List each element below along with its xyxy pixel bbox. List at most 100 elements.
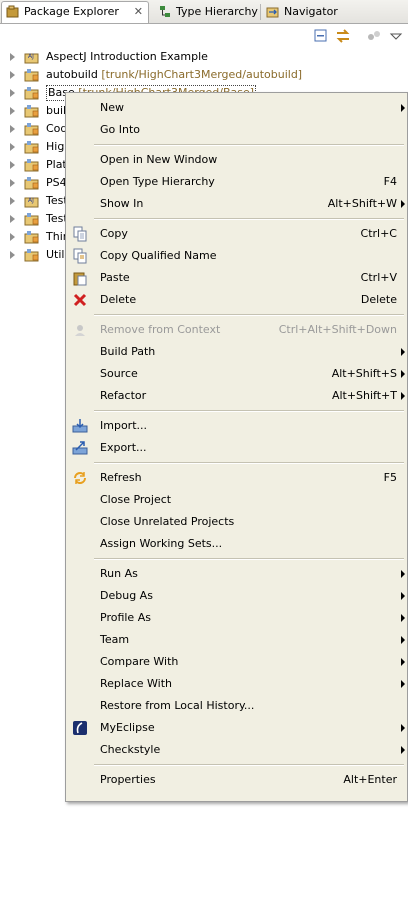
menu-item-compare-with[interactable]: Compare With (66, 651, 408, 673)
link-with-editor-icon[interactable] (335, 28, 351, 44)
menu-item-delete[interactable]: Delete Delete (66, 289, 408, 311)
menu-item-source[interactable]: Source Alt+Shift+S (66, 363, 408, 385)
tree-item-label: PS4 (46, 174, 67, 192)
submenu-arrow-icon (401, 104, 405, 112)
expand-icon[interactable] (10, 89, 15, 97)
tree-item-label: Plat (46, 156, 67, 174)
menu-item-close-project[interactable]: Close Project (66, 489, 408, 511)
menu-item-replace-with[interactable]: Replace With (66, 673, 408, 695)
tree-item[interactable]: autobuild [trunk/HighChart3Merged/autobu… (0, 66, 408, 84)
menu-item-export[interactable]: Export... (66, 437, 408, 459)
menu-item-remove-from-context: Remove from Context Ctrl+Alt+Shift+Down (66, 319, 408, 341)
menu-item-new[interactable]: New (66, 97, 408, 119)
tree-item[interactable]: AJ AspectJ Introduction Example (0, 48, 408, 66)
expand-icon[interactable] (10, 125, 15, 133)
menu-item-accelerator: F5 (383, 471, 397, 484)
tab-package-explorer[interactable]: Package Explorer ✕ (1, 1, 149, 23)
menu-item-label: Open in New Window (100, 153, 218, 166)
menu-item-label: Remove from Context (100, 323, 221, 336)
expand-icon[interactable] (10, 233, 15, 241)
menu-item-label: Copy (100, 227, 128, 240)
menu-separator (94, 314, 404, 316)
view-menu-icon[interactable] (388, 28, 404, 44)
menu-separator (94, 764, 404, 766)
tab-navigator[interactable]: Navigator (262, 2, 342, 22)
menu-item-import[interactable]: Import... (66, 415, 408, 437)
menu-item-show-in[interactable]: Show In Alt+Shift+W (66, 193, 408, 215)
copy-qualified-name-icon (72, 248, 88, 264)
menu-item-label: Replace With (100, 677, 172, 690)
menu-item-copy-qualified-name[interactable]: Copy Qualified Name (66, 245, 408, 267)
view-toolbar (0, 24, 408, 46)
menu-item-profile-as[interactable]: Profile As (66, 607, 408, 629)
menu-item-debug-as[interactable]: Debug As (66, 585, 408, 607)
svn-project-icon (24, 212, 40, 226)
tab-divider (260, 4, 261, 20)
menu-item-accelerator: Ctrl+C (360, 227, 397, 240)
menu-item-refresh[interactable]: Refresh F5 (66, 467, 408, 489)
menu-item-copy[interactable]: Copy Ctrl+C (66, 223, 408, 245)
svn-project-icon (24, 176, 40, 190)
close-icon[interactable]: ✕ (134, 2, 143, 22)
collapse-all-icon[interactable] (313, 28, 329, 44)
tree-item-label: AspectJ Introduction Example (46, 48, 208, 66)
navigator-icon (266, 7, 279, 18)
menu-item-build-path[interactable]: Build Path (66, 341, 408, 363)
expand-icon[interactable] (10, 179, 15, 187)
filters-icon[interactable] (366, 28, 382, 44)
menu-item-paste[interactable]: Paste Ctrl+V (66, 267, 408, 289)
menu-item-close-unrelated-projects[interactable]: Close Unrelated Projects (66, 511, 408, 533)
submenu-arrow-icon (401, 724, 405, 732)
project-name: autobuild (46, 68, 98, 81)
svn-project-icon (24, 140, 40, 154)
menu-item-refactor[interactable]: Refactor Alt+Shift+T (66, 385, 408, 407)
aspectj-project-icon: AJ (24, 194, 40, 208)
menu-item-label: Build Path (100, 345, 156, 358)
view-tab-strip: Package Explorer ✕ Type Hierarchy Naviga… (0, 0, 408, 24)
submenu-arrow-icon (401, 658, 405, 666)
menu-item-accelerator: Alt+Shift+T (331, 389, 397, 402)
menu-item-assign-working-sets[interactable]: Assign Working Sets... (66, 533, 408, 555)
expand-icon[interactable] (10, 71, 15, 79)
menu-item-properties[interactable]: Properties Alt+Enter (66, 769, 408, 791)
project-name: AspectJ Introduction Example (46, 50, 208, 63)
menu-item-checkstyle[interactable]: Checkstyle (66, 739, 408, 761)
tree-item-label: autobuild [trunk/HighChart3Merged/autobu… (46, 66, 302, 84)
svn-path: [trunk/HighChart3Merged/autobuild] (101, 68, 303, 81)
project-name: PS4 (46, 176, 67, 189)
svn-project-icon (24, 248, 40, 262)
copy-icon (72, 226, 88, 242)
project-name: Util (46, 248, 65, 261)
menu-item-go-into[interactable]: Go Into (66, 119, 408, 141)
submenu-arrow-icon (401, 636, 405, 644)
menu-item-label: Debug As (100, 589, 153, 602)
expand-icon[interactable] (10, 107, 15, 115)
menu-item-run-as[interactable]: Run As (66, 563, 408, 585)
menu-item-open-type-hierarchy[interactable]: Open Type Hierarchy F4 (66, 171, 408, 193)
svn-project-icon (24, 230, 40, 244)
expand-icon[interactable] (10, 143, 15, 151)
menu-item-team[interactable]: Team (66, 629, 408, 651)
expand-icon[interactable] (10, 251, 15, 259)
expand-icon[interactable] (10, 161, 15, 169)
menu-item-accelerator: Alt+Enter (343, 773, 397, 786)
menu-item-restore-from-local-history[interactable]: Restore from Local History... (66, 695, 408, 717)
menu-item-label: Compare With (100, 655, 179, 668)
expand-icon[interactable] (10, 215, 15, 223)
menu-item-label: Close Unrelated Projects (100, 515, 235, 528)
menu-item-label: Assign Working Sets... (100, 537, 223, 550)
expand-icon[interactable] (10, 197, 15, 205)
expand-icon[interactable] (10, 53, 15, 61)
menu-item-label: Run As (100, 567, 138, 580)
menu-item-myeclipse[interactable]: MyEclipse (66, 717, 408, 739)
svg-text:AJ: AJ (28, 197, 34, 204)
project-name: buil (46, 104, 67, 117)
menu-item-open-in-new-window[interactable]: Open in New Window (66, 149, 408, 171)
menu-item-accelerator: Delete (360, 293, 397, 306)
tab-type-hierarchy[interactable]: Type Hierarchy (154, 2, 258, 22)
submenu-arrow-icon (401, 592, 405, 600)
menu-item-label: Export... (100, 441, 147, 454)
submenu-arrow-icon (401, 392, 405, 400)
type-hierarchy-icon (160, 6, 170, 17)
menu-item-label: New (100, 101, 124, 114)
